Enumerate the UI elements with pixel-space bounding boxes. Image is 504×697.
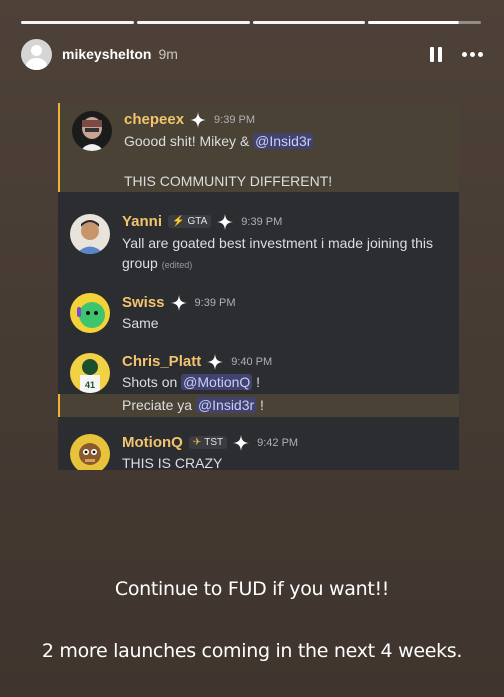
pause-icon[interactable] bbox=[430, 46, 442, 62]
story-viewer: mikeyshelton 9m chepeex 9:39 PM Goood sh… bbox=[0, 0, 504, 697]
sparkle-icon bbox=[170, 294, 187, 311]
timestamp: 9:42 PM bbox=[257, 436, 299, 449]
message-text: Goood shit! Mikey & @Insid3r bbox=[124, 133, 314, 149]
message-text: Same bbox=[122, 315, 159, 331]
progress-segment bbox=[136, 21, 250, 24]
progress-segment bbox=[21, 21, 134, 24]
username-motionq[interactable]: MotionQ bbox=[122, 434, 183, 451]
mention-insid3r[interactable]: @Insid3r bbox=[195, 397, 257, 413]
chat-message: Swiss 9:39 PM Same bbox=[58, 285, 459, 341]
message-text: THIS IS CRAZY bbox=[122, 455, 223, 470]
sparkle-icon bbox=[190, 111, 207, 128]
lightning-icon: ⚡ bbox=[172, 216, 185, 227]
chat-message: MotionQ ✈ TST 9:42 PM THIS IS CRAZY bbox=[58, 425, 459, 470]
more-options-icon[interactable] bbox=[462, 51, 483, 57]
story-username[interactable]: mikeyshelton bbox=[62, 46, 151, 62]
chat-message-highlighted: Preciate ya @Insid3r ! bbox=[58, 394, 459, 417]
edited-label: (edited) bbox=[161, 260, 193, 270]
message-text: group (edited) bbox=[122, 255, 193, 271]
server-tag: ⚡ GTA bbox=[168, 215, 212, 228]
svg-text:41: 41 bbox=[85, 380, 95, 390]
server-tag: ✈ TST bbox=[188, 436, 228, 449]
message-text: THIS COMMUNITY DIFFERENT! bbox=[124, 173, 333, 189]
progress-segment bbox=[252, 21, 366, 24]
message-text: Shots on @MotionQ ! bbox=[122, 374, 261, 390]
story-header: mikeyshelton 9m bbox=[21, 38, 483, 70]
username-chris-platt[interactable]: Chris_Platt bbox=[122, 353, 201, 370]
story-caption-line-1: Continue to FUD if you want!! bbox=[114, 578, 390, 600]
chat-message-highlighted: chepeex 9:39 PM Goood shit! Mikey & @Ins… bbox=[58, 103, 459, 192]
avatar-yanni bbox=[70, 214, 110, 254]
story-caption-line-2: 2 more launches coming in the next 4 wee… bbox=[41, 640, 463, 662]
timestamp: 9:40 PM bbox=[231, 355, 273, 368]
story-progress-bar bbox=[21, 21, 481, 24]
profile-avatar[interactable] bbox=[21, 38, 52, 70]
rocket-icon: ✈ bbox=[192, 437, 202, 448]
sparkle-icon bbox=[233, 434, 250, 451]
mention-insid3r[interactable]: @Insid3r bbox=[253, 133, 314, 149]
progress-segment-current bbox=[368, 21, 481, 24]
story-timestamp: 9m bbox=[158, 46, 178, 62]
message-text: Preciate ya @Insid3r ! bbox=[122, 397, 264, 413]
timestamp: 9:39 PM bbox=[214, 113, 256, 126]
sparkle-icon bbox=[217, 213, 234, 230]
timestamp: 9:39 PM bbox=[194, 296, 236, 309]
username-chepeex[interactable]: chepeex bbox=[124, 111, 184, 128]
chat-message: Yanni ⚡ GTA 9:39 PM Yall are goated best … bbox=[58, 204, 459, 274]
timestamp: 9:39 PM bbox=[241, 215, 283, 228]
avatar-chris-platt: 41 bbox=[70, 353, 110, 393]
sparkle-icon bbox=[207, 353, 224, 370]
avatar-motionq bbox=[70, 434, 110, 470]
chat-message: 41 Chris_Platt 9:40 PM Shots on @MotionQ… bbox=[58, 344, 459, 394]
avatar-swiss bbox=[70, 293, 110, 333]
avatar-chepeex bbox=[72, 111, 112, 151]
username-yanni[interactable]: Yanni bbox=[122, 213, 162, 230]
discord-chat-screenshot: chepeex 9:39 PM Goood shit! Mikey & @Ins… bbox=[58, 103, 459, 470]
username-swiss[interactable]: Swiss bbox=[122, 294, 165, 311]
message-text: Yall are goated best investment i made j… bbox=[122, 235, 434, 251]
mention-motionq[interactable]: @MotionQ bbox=[181, 374, 253, 390]
